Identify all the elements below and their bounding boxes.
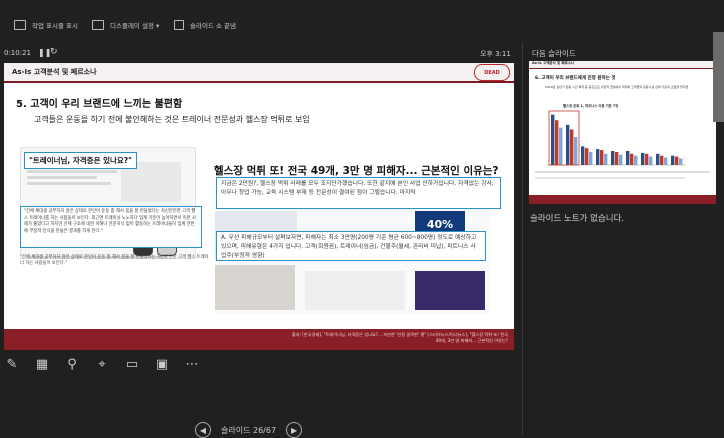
- pen-icon[interactable]: ✎: [4, 356, 20, 372]
- thumb-chart-bar: [611, 151, 615, 165]
- presenter-tools: ✎ ▦ ⚲ ⌖ ▭ ▣ ⋯: [4, 352, 200, 376]
- thumb-chart-bar: [574, 137, 578, 165]
- thumb-chart-bar: [566, 124, 570, 165]
- thumb-chart-bar: [641, 152, 645, 165]
- display-settings-button[interactable]: 디스플레이 설정 ▾: [92, 20, 159, 30]
- thumb-chart-bar: [626, 151, 630, 165]
- thumb-chart-bar: [619, 154, 623, 165]
- thumb-chart-bar: [600, 150, 604, 165]
- thumb-chart-bar: [656, 153, 660, 165]
- slides-grid-icon[interactable]: ▦: [34, 356, 50, 372]
- news-photo: [415, 271, 485, 310]
- elapsed-time: 0:10:21: [4, 49, 31, 57]
- next-slide-label: 다음 슬라이드: [532, 49, 576, 58]
- end-slideshow-label: 슬라이드 쇼 끝냄: [190, 22, 236, 30]
- timer-bar: 0:10:21 ❚❚ ↻ 오후 3:11: [0, 47, 524, 59]
- thumb-chart-bar: [675, 156, 679, 165]
- gym-fraud-headline: 헬스장 먹튀 또! 전국 49개, 3만 명 피해자... 근본적인 이유는?: [214, 165, 499, 177]
- thumb-chart-bar: [660, 155, 664, 165]
- end-slideshow-button[interactable]: 슬라이드 쇼 끝냄: [174, 20, 236, 30]
- speaker-notes: 슬라이드 노트가 없습니다.: [530, 214, 625, 224]
- show-taskbar-button[interactable]: 작업 표시줄 표시: [14, 20, 78, 30]
- thumb-tag: As-Is 고객분석 및 페르소나: [532, 61, 575, 65]
- taskbar-icon: [14, 20, 26, 30]
- thumb-chart-bar: [649, 156, 653, 165]
- slide-navigation: ◀ 슬라이드 26/67 ▶: [195, 422, 303, 438]
- thumb-title: 6. 고객이 우리 브랜드에게 진정 원하는 것: [535, 76, 616, 81]
- slide-section-tag: As-Is 고객분석 및 페르소나: [12, 68, 97, 76]
- thumb-chart-bar: [634, 155, 638, 165]
- news-photo: [305, 271, 405, 310]
- reset-timer-icon[interactable]: ↻: [50, 47, 58, 57]
- monitor-icon: [92, 20, 104, 30]
- thumb-chart: [547, 110, 686, 166]
- thumb-chart-bar: [570, 129, 574, 165]
- trainer-quote-excerpt: "전체 체대생 공부하지 않은 상태로 본인이 운동 좀 해서 몸을 잘 만들었…: [20, 255, 209, 267]
- next-slide-thumbnail[interactable]: As-Is 고객분석 및 페르소나 6. 고객이 우리 브랜드에게 진정 원하는…: [529, 61, 716, 204]
- thumb-chart-bar: [551, 114, 555, 165]
- thumb-chart-bar: [664, 157, 668, 165]
- display-settings-label: 디스플레이 설정 ▾: [110, 22, 160, 30]
- trainer-license-quote: "트레이너님, 자격증은 있나요?": [24, 152, 138, 169]
- gym-fraud-box-1: 지금은 2만원?, 헬스장 먹튀 사례를 모두 조지단가했습니다. 또한 같지에…: [216, 177, 501, 209]
- slide-footer: 출처: [한국경제], "트레이너님, 자격증은 있나요?... 자만한 '인정…: [4, 329, 514, 350]
- pointer-icon[interactable]: ⌖: [94, 356, 110, 372]
- news-photo: [215, 265, 295, 310]
- brand-logo: DEAD: [474, 64, 510, 81]
- trainer-quote-box: "전체 체대생 공부하지 않은 상태로 본인이 운동 좀 해서 몸을 잘 만들었…: [20, 206, 202, 248]
- pane-divider[interactable]: [522, 42, 523, 435]
- webcam-overlay: [713, 32, 724, 122]
- thumb-chart-bar: [604, 153, 608, 165]
- thumb-chart-bar: [679, 158, 683, 165]
- slide-subtitle: 고객들은 운동을 하기 전에 불안해하는 것은 트레이너 전문성과 헬스장 먹튀…: [34, 115, 310, 124]
- camera-icon[interactable]: ▣: [154, 356, 170, 372]
- thumb-chart-bar: [596, 149, 600, 165]
- thumb-chart-bar: [555, 120, 559, 165]
- thumb-chart-title: 헬스장 운동 1, 피트니스 이용 기준 7위: [563, 104, 619, 108]
- thumb-chart-bar: [585, 148, 589, 165]
- source-line-2: 49개, 3만 명 피해자... 근본적인 이유는?: [435, 338, 508, 343]
- clock: 오후 3:11: [480, 50, 511, 58]
- show-taskbar-label: 작업 표시줄 표시: [32, 22, 78, 30]
- thumb-chart-bar: [630, 153, 634, 165]
- previous-slide-icon[interactable]: ◀: [195, 422, 211, 438]
- subtitles-icon[interactable]: ▭: [124, 356, 140, 372]
- slide-counter: 슬라이드 26/67: [221, 425, 277, 435]
- current-slide: As-Is 고객분석 및 페르소나 DEAD 5. 고객이 우리 브랜드에 느끼…: [4, 63, 514, 350]
- next-slide-icon[interactable]: ▶: [286, 422, 303, 438]
- thumb-chart-bar: [645, 153, 649, 165]
- zoom-icon[interactable]: ⚲: [64, 356, 80, 372]
- thumb-subtitle: 2019년 상반기 운동 시간 목적 등 중요도로 사업적 현실에서 최적화 고…: [545, 85, 689, 89]
- end-show-icon: [174, 20, 184, 30]
- thumb-chart-bar: [589, 151, 593, 165]
- slide-title: 5. 고객이 우리 브랜드에 느끼는 불편함: [16, 99, 183, 110]
- gym-fraud-box-2: A. 우선 피해규모부터 살펴보자면, 피해자는 최소 3만명(200평 기준 …: [216, 231, 486, 261]
- thumb-chart-bar: [559, 127, 563, 165]
- thumb-footer: [529, 195, 716, 204]
- more-options-icon[interactable]: ⋯: [184, 356, 200, 372]
- thumb-chart-bar: [615, 151, 619, 165]
- thumb-chart-bar: [671, 155, 675, 165]
- thumb-chart-bar: [581, 146, 585, 165]
